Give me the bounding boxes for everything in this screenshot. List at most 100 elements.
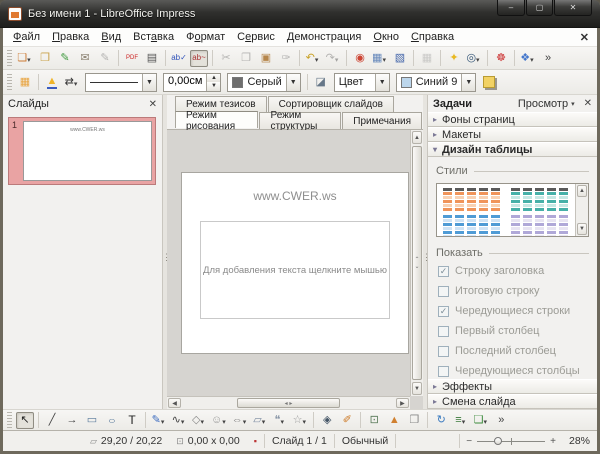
minimize-button[interactable]: ‒ (497, 0, 525, 16)
menu-правка[interactable]: Правка (46, 29, 95, 45)
cursor-position-indicator[interactable]: ▱ 29,20 / 20,22 (83, 434, 169, 448)
gallery-icon[interactable]: ▲ (385, 412, 403, 429)
chevron-down-icon[interactable]: ▾ (530, 57, 534, 64)
edit-points-icon[interactable]: ◈ (318, 412, 336, 429)
chevron-down-icon[interactable]: ▾ (200, 419, 204, 426)
close-button[interactable]: ✕ (554, 0, 592, 16)
menu-вставка[interactable]: Вставка (127, 29, 180, 45)
chevron-down-icon[interactable]: ▾ (262, 419, 266, 426)
symbol-shapes-icon[interactable]: ☺▾ (210, 412, 229, 429)
chevron-down-icon[interactable]: ▾ (243, 419, 247, 426)
zoom-in-icon[interactable]: + (550, 436, 556, 447)
vertical-scrollbar[interactable]: ▲ ⌃⌄ ▼ (410, 130, 423, 396)
section-фоны-страниц[interactable]: ▸Фоны страниц (428, 112, 597, 127)
chevron-down-icon[interactable]: ▾ (222, 419, 226, 426)
horizontal-scroll-thumb[interactable]: ◂ ▸ (237, 398, 339, 408)
line-style-dropdown-icon[interactable]: ▼ (142, 74, 156, 91)
arrow-icon[interactable]: → (63, 412, 81, 429)
connector-icon[interactable]: ∿▾ (170, 412, 188, 429)
section-макеты[interactable]: ▸Макеты (428, 127, 597, 142)
toolbar-overflow-icon[interactable]: » (539, 50, 557, 67)
table-design-icon[interactable]: ▦ (16, 74, 34, 91)
chevron-down-icon[interactable]: ▾ (462, 419, 466, 426)
scroll-left-icon[interactable]: ◀ (168, 398, 181, 408)
line-color-dropdown-icon[interactable]: ▼ (286, 74, 300, 91)
duplicate-icon[interactable]: ❐ (405, 412, 423, 429)
presentation-icon[interactable]: ❖▾ (519, 50, 537, 67)
horizontal-scrollbar[interactable]: ◀ ◂ ▸ ▶ (167, 396, 410, 409)
table-styles-listbox[interactable]: ▲ ▼ (436, 183, 589, 237)
insert-table-icon[interactable]: ▦▾ (371, 50, 389, 67)
scroll-right-icon[interactable]: ▶ (396, 398, 409, 408)
menu-вид[interactable]: Вид (95, 29, 127, 45)
chevron-down-icon[interactable]: ▾ (476, 57, 480, 64)
checkbox-icon[interactable] (438, 286, 449, 297)
curve-icon[interactable]: ✎▾ (150, 412, 168, 429)
paste-icon[interactable]: ▣ (257, 50, 275, 67)
styles-scroll-down-icon[interactable]: ▼ (577, 223, 587, 235)
chevron-down-icon[interactable]: ▾ (27, 57, 31, 64)
export-pdf-icon[interactable]: PDF (123, 50, 141, 67)
print-icon[interactable]: ▤ (143, 50, 161, 67)
slide-canvas[interactable]: www.CWER.ws Для добавления текста щелкни… (181, 172, 409, 354)
document-close-icon[interactable]: ✕ (576, 31, 593, 44)
undo-icon[interactable]: ↶▾ (304, 50, 322, 67)
chevron-down-icon[interactable]: ▾ (302, 419, 306, 426)
rotate-icon[interactable]: ↻ (432, 412, 450, 429)
chevron-down-icon[interactable]: ▾ (161, 419, 165, 426)
text-icon[interactable]: T (123, 412, 141, 429)
zoom-slider[interactable]: − + (459, 434, 562, 448)
flowchart-icon[interactable]: ▱▾ (251, 412, 269, 429)
line-properties-icon[interactable]: ▲ (43, 74, 61, 91)
menu-файл[interactable]: Файл (7, 29, 46, 45)
line-width-spinner[interactable]: 0,00см ▲ ▼ (163, 73, 221, 92)
fill-color-select[interactable]: Синий 9 ▼ (396, 73, 477, 92)
line-icon[interactable]: ╱ (43, 412, 61, 429)
chevron-down-icon[interactable]: ▾ (483, 419, 487, 426)
table-style-preview-4[interactable] (511, 215, 569, 236)
insert-picture-icon[interactable]: ⊡ (365, 412, 383, 429)
vertical-scroll-thumb[interactable]: ⌃⌄ (412, 146, 422, 380)
tab-режим-структуры[interactable]: Режим структуры (259, 112, 341, 129)
zoom-slider-track[interactable] (477, 441, 545, 442)
line-width-value[interactable]: 0,00см (164, 74, 206, 91)
text-placeholder[interactable]: Для добавления текста щелкните мышью (200, 221, 390, 319)
align-icon[interactable]: ≡▾ (452, 412, 470, 429)
save-document-icon[interactable]: ✎ (56, 50, 74, 67)
checkbox-icon[interactable] (438, 326, 449, 337)
section-смена-слайда[interactable]: ▸Смена слайда (428, 394, 597, 409)
arrow-style-icon[interactable]: ⇄▾ (63, 74, 81, 91)
fill-color-dropdown-icon[interactable]: ▼ (461, 74, 475, 91)
chevron-down-icon[interactable]: ▾ (280, 419, 284, 426)
menu-демонстрация[interactable]: Демонстрация (281, 29, 368, 45)
line-style-select[interactable]: ▼ (85, 73, 157, 92)
scroll-down-icon[interactable]: ▼ (412, 382, 422, 395)
table-style-preview-1[interactable] (443, 188, 501, 211)
menu-справка[interactable]: Справка (405, 29, 460, 45)
navigator-icon[interactable]: ✦ (445, 50, 463, 67)
tab-примечания[interactable]: Примечания (342, 112, 422, 129)
scroll-up-icon[interactable]: ▲ (412, 131, 422, 144)
slide-thumbnail[interactable]: 1 www.CWER.ws (8, 117, 156, 185)
block-arrows-icon[interactable]: ⇔▾ (231, 412, 250, 429)
email-document-icon[interactable]: ✉ (76, 50, 94, 67)
slide-count-indicator[interactable]: Слайд 1 / 1 (265, 434, 335, 448)
callouts-icon[interactable]: ❝▾ (271, 412, 289, 429)
glue-points-icon[interactable]: ✐ (338, 412, 356, 429)
workspace[interactable]: www.CWER.ws Для добавления текста щелкни… (167, 130, 423, 409)
shadow-icon[interactable] (480, 74, 498, 91)
checkbox-icon[interactable]: ✓ (438, 306, 449, 317)
slides-panel-close-icon[interactable]: ✕ (149, 99, 157, 110)
open-folder-icon[interactable]: ❐ (36, 50, 54, 67)
autospellcheck-icon[interactable]: ab~ (190, 50, 208, 67)
tasks-view-menu[interactable]: Просмотр ▾ ✕ (518, 98, 592, 110)
object-size-indicator[interactable]: ⊡ 0,00 x 0,00 (169, 434, 247, 448)
view-mode-indicator[interactable]: Обычный (335, 434, 396, 448)
table-style-preview-2[interactable] (511, 188, 569, 211)
new-document-icon[interactable]: ❏▾ (16, 50, 34, 67)
insert-chart-icon[interactable]: ◉ (351, 50, 369, 67)
fill-style-select[interactable]: Цвет ▼ (334, 73, 390, 92)
menu-окно[interactable]: Окно (367, 29, 405, 45)
slide-title-text[interactable]: www.CWER.ws (182, 189, 408, 203)
spellcheck-icon[interactable]: ab✓ (170, 50, 188, 67)
